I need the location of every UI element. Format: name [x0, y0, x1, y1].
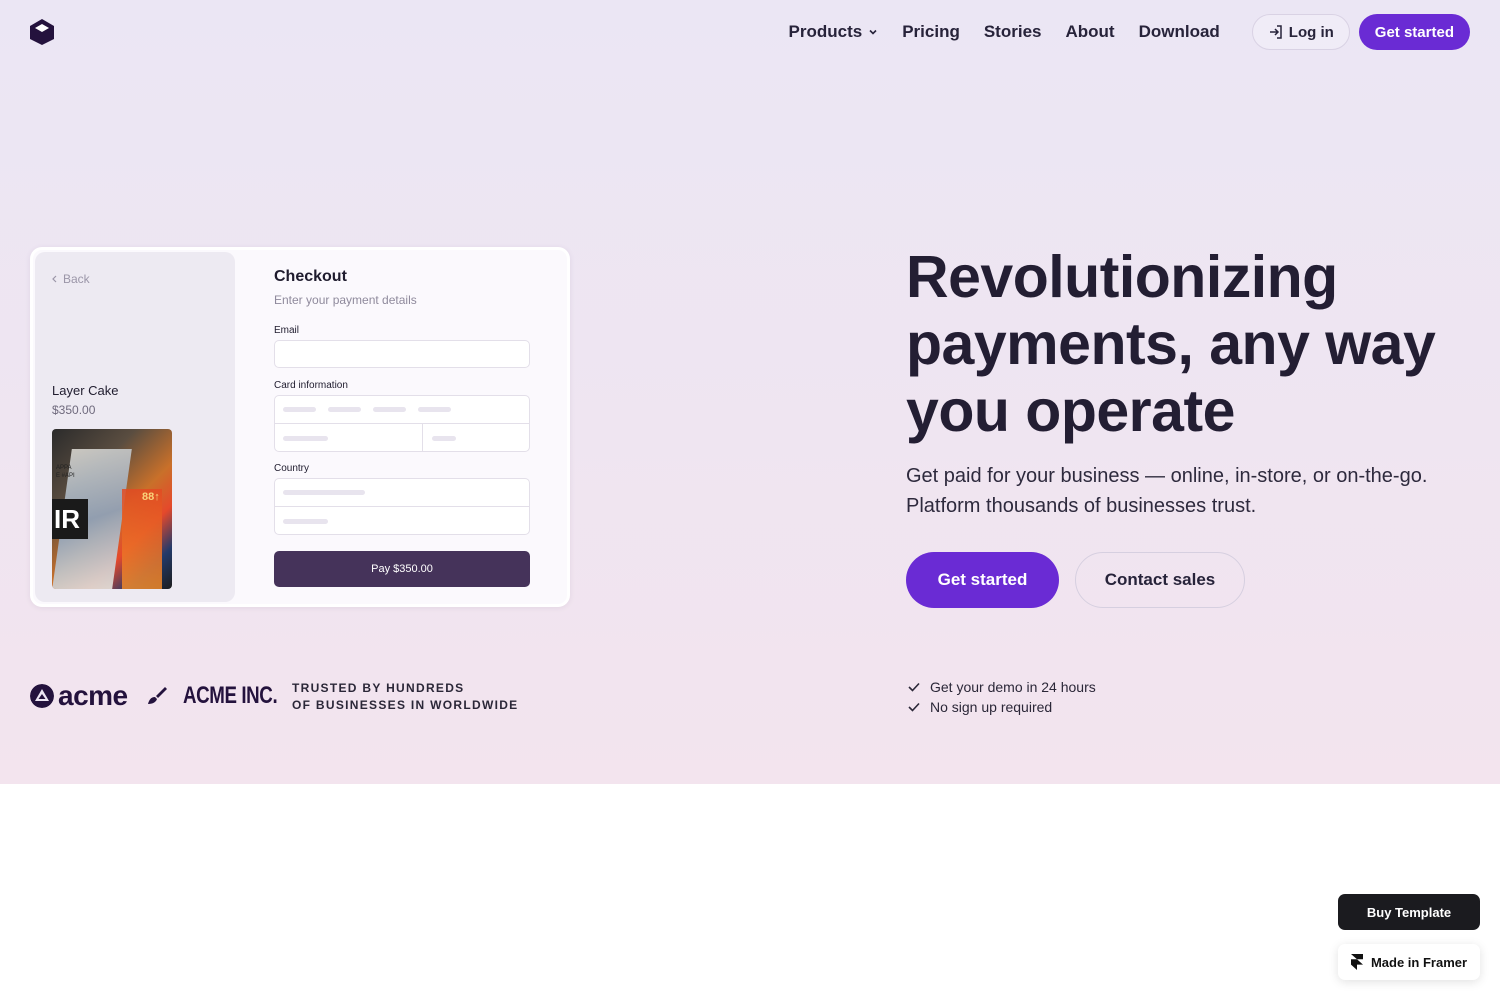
check-item: No sign up required — [908, 697, 1096, 717]
checkout-subtitle: Enter your payment details — [274, 293, 417, 307]
made-in-framer-badge[interactable]: Made in Framer — [1338, 944, 1480, 980]
checkout-card: Back Layer Cake $350.00 IR 88↑ APPA E #A… — [30, 247, 570, 607]
product-image-big-text: IR — [52, 499, 88, 539]
country-field[interactable] — [274, 478, 530, 535]
top-nav: Products Pricing Stories About Download … — [789, 14, 1470, 50]
get-started-button[interactable]: Get started — [906, 552, 1059, 608]
trusted-text: TRUSTED BY HUNDREDS OF BUSINESSES IN WOR… — [292, 680, 518, 714]
acme-logo-text: acme — [58, 680, 128, 711]
acme-logo: acme — [30, 680, 128, 712]
buy-template-button[interactable]: Buy Template — [1338, 894, 1480, 930]
brush-icon — [147, 687, 167, 704]
nav-about[interactable]: About — [1065, 22, 1114, 42]
trusted-line-1: TRUSTED BY HUNDREDS — [292, 681, 465, 695]
nav-products[interactable]: Products — [789, 22, 879, 42]
acme-inc-logo: ACME INC. — [182, 682, 278, 709]
product-image-caption: APPA E #API — [56, 465, 75, 479]
nav-stories[interactable]: Stories — [984, 22, 1042, 42]
acme-mark-icon — [30, 684, 54, 708]
card-info-label: Card information — [274, 380, 348, 391]
pay-button[interactable]: Pay $350.00 — [274, 551, 530, 587]
back-link[interactable]: Back — [51, 272, 90, 286]
nav-pricing[interactable]: Pricing — [902, 22, 960, 42]
logo-cube-icon[interactable] — [29, 18, 55, 46]
check-item: Get your demo in 24 hours — [908, 677, 1096, 697]
product-price: $350.00 — [52, 403, 96, 417]
check-icon — [908, 682, 920, 692]
card-info-field[interactable] — [274, 395, 530, 452]
hero-section: Products Pricing Stories About Download … — [0, 0, 1500, 784]
country-label: Country — [274, 463, 310, 474]
hero-subline: Get paid for your business — online, in-… — [906, 465, 1428, 517]
nav-get-started-button[interactable]: Get started — [1358, 14, 1470, 50]
feature-checklist: Get your demo in 24 hours No sign up req… — [908, 677, 1096, 717]
nav-products-label: Products — [788, 22, 863, 41]
framer-label: Made in Framer — [1370, 954, 1468, 970]
product-image: IR 88↑ APPA E #API — [52, 429, 172, 589]
login-label: Log in — [1288, 23, 1334, 41]
partner-logos: acme ACME INC. — [30, 680, 303, 712]
email-field[interactable] — [274, 340, 530, 368]
trusted-line-2: OF BUSINESSES IN WORLDWIDE — [292, 698, 519, 712]
contact-sales-button[interactable]: Contact sales — [1075, 552, 1245, 608]
checkout-title: Checkout — [274, 268, 347, 285]
product-name: Layer Cake — [52, 383, 119, 398]
chevron-left-icon — [52, 275, 57, 283]
check-item-label: Get your demo in 24 hours — [930, 679, 1096, 695]
framer-icon — [1350, 954, 1363, 970]
back-label: Back — [63, 272, 90, 286]
hero-headline: Revolutionizing payments, any way you op… — [906, 244, 1436, 444]
chevron-down-icon — [869, 29, 877, 35]
product-panel: Back Layer Cake $350.00 IR 88↑ APPA E #A… — [35, 252, 235, 602]
email-label: Email — [274, 325, 300, 336]
check-icon — [908, 702, 920, 712]
login-button[interactable]: Log in — [1251, 14, 1350, 50]
login-arrow-icon — [1269, 25, 1282, 39]
nav-download[interactable]: Download — [1139, 22, 1220, 42]
check-item-label: No sign up required — [930, 699, 1053, 715]
product-image-tag: 88↑ — [142, 491, 160, 503]
